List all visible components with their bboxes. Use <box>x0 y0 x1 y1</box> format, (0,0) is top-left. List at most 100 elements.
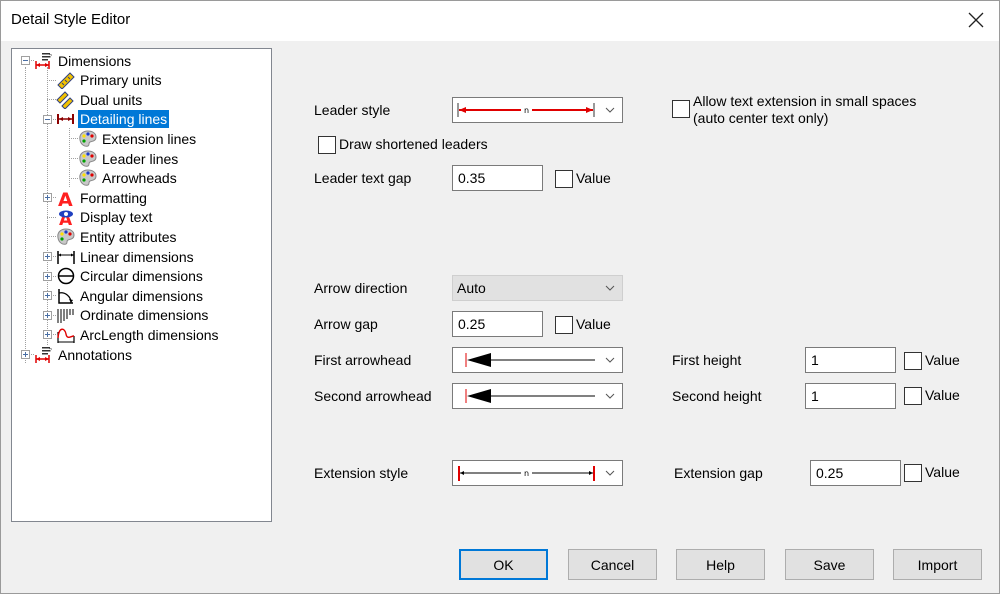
tree-connector <box>47 216 56 218</box>
tree-connector <box>47 79 56 81</box>
leader-text-gap-input[interactable] <box>452 165 543 191</box>
leader-text-gap-value-checkbox[interactable]: Value <box>555 170 611 188</box>
arrow-gap-value-checkbox[interactable]: Value <box>555 316 611 334</box>
value-label: Value <box>576 170 611 186</box>
style-tree[interactable]: ? Dimensions Primary units Dual units Detail… <box>11 48 272 522</box>
extension-style-dropdown[interactable]: n <box>452 460 623 486</box>
ok-button[interactable]: OK <box>459 549 548 580</box>
tree-connector <box>69 158 78 159</box>
value-label: Value <box>925 464 960 480</box>
tree-item-entity-attributes[interactable]: Entity attributes <box>56 227 179 246</box>
checkbox-box[interactable] <box>904 387 922 405</box>
arclength-dimension-icon <box>56 326 76 344</box>
tree-item-label: Annotations <box>58 346 132 363</box>
tree-item-annotations[interactable]: ? Annotations <box>34 345 134 364</box>
extension-style-label: Extension style <box>314 465 409 481</box>
second-height-input[interactable] <box>805 383 896 409</box>
value-label: Value <box>925 352 960 368</box>
value-label: Value <box>925 387 960 403</box>
collapse-icon[interactable] <box>43 114 52 124</box>
arrow-direction-dropdown[interactable]: Auto <box>452 275 623 301</box>
first-arrowhead-dropdown[interactable] <box>452 347 623 373</box>
window-title: Detail Style Editor <box>11 11 131 28</box>
checkbox-box[interactable] <box>672 100 690 118</box>
title-bar: Detail Style Editor <box>0 0 1000 41</box>
tree-item-arrowheads[interactable]: Arrowheads <box>78 169 179 188</box>
save-button[interactable]: Save <box>785 549 874 580</box>
collapse-icon[interactable] <box>21 56 30 65</box>
tree-item-label: Extension lines <box>102 130 197 147</box>
tree-item-label: Leader lines <box>102 150 179 167</box>
first-height-label: First height <box>672 352 742 368</box>
checkbox-box[interactable] <box>555 316 573 334</box>
second-arrowhead-label: Second arrowhead <box>314 388 432 404</box>
draw-shortened-leaders-label: Draw shortened leaders <box>339 136 488 152</box>
extension-gap-input[interactable] <box>810 460 901 486</box>
import-button[interactable]: Import <box>893 549 982 580</box>
tree-item-dimensions[interactable]: ? Dimensions <box>34 51 133 70</box>
palette-icon <box>78 169 98 187</box>
circular-dimension-icon <box>56 267 76 285</box>
help-button[interactable]: Help <box>676 549 765 580</box>
svg-text:?: ? <box>49 348 52 354</box>
checkbox-box[interactable] <box>318 136 336 154</box>
cancel-button[interactable]: Cancel <box>568 549 657 580</box>
tree-item-label: Display text <box>80 209 153 226</box>
draw-shortened-leaders-checkbox[interactable]: Draw shortened leaders <box>318 136 488 154</box>
expand-icon[interactable] <box>43 310 52 320</box>
expand-icon[interactable] <box>43 291 52 301</box>
tree-item-dual-units[interactable]: Dual units <box>56 90 144 110</box>
tree-item-circular-dimensions[interactable]: Circular dimensions <box>56 267 205 286</box>
tree-item-primary-units[interactable]: Primary units <box>56 71 164 90</box>
second-arrowhead-dropdown[interactable] <box>452 383 623 409</box>
first-height-input[interactable] <box>805 347 896 373</box>
tree-item-formatting[interactable]: A Formatting <box>56 188 149 211</box>
chevron-down-icon <box>605 357 615 363</box>
tree-item-label: Detailing lines <box>78 110 170 129</box>
tree-item-display-text[interactable]: A Display text <box>56 208 154 230</box>
tree-item-detailing-lines[interactable]: Detailing lines <box>56 110 170 129</box>
first-height-value-checkbox[interactable]: Value <box>904 352 960 370</box>
dimension-style-icon: ? <box>34 346 54 364</box>
arrow-gap-label: Arrow gap <box>314 316 378 332</box>
tree-item-angular-dimensions[interactable]: Angular dimensions <box>56 286 205 305</box>
tree-item-extension-lines[interactable]: Extension lines <box>78 129 198 148</box>
angular-dimension-icon <box>56 287 76 305</box>
tree-connector <box>69 177 78 179</box>
leader-style-dropdown[interactable]: n <box>452 97 623 123</box>
leader-style-label: Leader style <box>314 102 391 118</box>
arrow-direction-label: Arrow direction <box>314 280 408 296</box>
expand-icon[interactable] <box>43 271 52 281</box>
close-icon <box>968 12 984 28</box>
second-height-value-checkbox[interactable]: Value <box>904 387 960 405</box>
allow-text-extension-checkbox[interactable]: Allow text extension in small spaces (au… <box>672 93 916 127</box>
tree-item-label: Entity attributes <box>80 228 177 245</box>
tree-item-leader-lines[interactable]: Leader lines <box>78 149 180 168</box>
tree-item-ordinate-dimensions[interactable]: Ordinate dimensions <box>56 306 210 325</box>
tree-item-label: Circular dimensions <box>80 268 203 285</box>
expand-icon[interactable] <box>43 193 52 203</box>
linear-dimension-icon <box>56 248 76 266</box>
expand-icon[interactable] <box>21 350 30 359</box>
value-label: Value <box>576 316 611 332</box>
allow-text-extension-sublabel: (auto center text only) <box>693 110 829 126</box>
text-format-icon: A <box>56 189 76 211</box>
tree-item-linear-dimensions[interactable]: Linear dimensions <box>56 247 196 266</box>
checkbox-box[interactable] <box>555 170 573 188</box>
dual-ruler-icon <box>56 90 76 110</box>
dimension-style-icon: ? <box>34 52 54 70</box>
arrow-gap-input[interactable] <box>452 311 543 337</box>
tree-item-arclength-dimensions[interactable]: ArcLength dimensions <box>56 325 221 344</box>
allow-text-extension-label: Allow text extension in small spaces <box>693 93 917 109</box>
expand-icon[interactable] <box>43 252 52 261</box>
close-button[interactable] <box>964 8 988 32</box>
expand-icon[interactable] <box>43 330 52 340</box>
tree-item-label: Dimensions <box>58 52 132 69</box>
svg-text:A: A <box>58 189 73 207</box>
display-text-icon: A <box>56 208 76 230</box>
chevron-down-icon <box>605 470 615 476</box>
checkbox-box[interactable] <box>904 352 922 370</box>
checkbox-box[interactable] <box>904 464 922 482</box>
extension-gap-value-checkbox[interactable]: Value <box>904 464 960 482</box>
palette-icon <box>56 228 76 246</box>
